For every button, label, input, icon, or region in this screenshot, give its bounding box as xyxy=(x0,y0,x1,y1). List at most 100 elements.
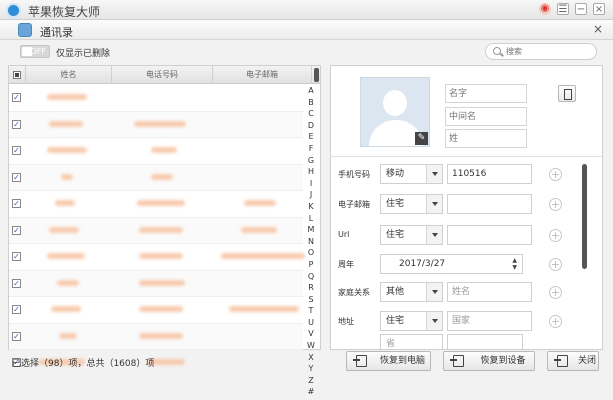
restore-to-device-button[interactable]: 恢复到设备 xyxy=(443,351,535,371)
contact-fields: 手机号码 移动 110516 + 电子邮箱 住宅 + Url 住宅 + 周年 2… xyxy=(331,156,602,349)
last-name-field[interactable] xyxy=(445,129,527,148)
email-input[interactable] xyxy=(447,194,532,214)
row-checkbox[interactable]: ✓ xyxy=(12,119,21,129)
add-anniversary-icon[interactable]: + xyxy=(549,258,562,271)
alphabet-letter[interactable]: U xyxy=(305,317,317,329)
alphabet-letter[interactable]: K xyxy=(305,201,317,213)
alphabet-letter[interactable]: E xyxy=(305,131,317,143)
add-email-icon[interactable]: + xyxy=(549,198,562,211)
redacted-phone xyxy=(139,332,183,339)
url-type-select[interactable]: 住宅 xyxy=(380,225,443,245)
redacted-name xyxy=(47,147,87,153)
alphabet-letter[interactable]: M xyxy=(305,224,317,236)
add-family-icon[interactable]: + xyxy=(549,286,562,299)
province-input[interactable]: 省 xyxy=(380,334,443,349)
alphabet-letter[interactable]: J xyxy=(305,189,317,201)
alphabet-letter[interactable]: P xyxy=(305,259,317,271)
table-row[interactable]: ✓ xyxy=(9,270,303,297)
alphabet-letter[interactable]: O xyxy=(305,247,317,259)
minimize-icon[interactable]: − xyxy=(575,3,587,15)
column-email[interactable]: 电子邮箱 xyxy=(213,66,312,84)
column-name[interactable]: 姓名 xyxy=(26,66,112,84)
search-input[interactable] xyxy=(506,46,590,57)
avatar-head-shape xyxy=(383,90,407,116)
edit-avatar-icon[interactable]: ✎ xyxy=(415,132,428,145)
row-checkbox[interactable]: ✓ xyxy=(12,331,21,341)
first-name-field[interactable] xyxy=(445,84,527,103)
table-row[interactable]: ✓ xyxy=(9,244,305,271)
alphabet-letter[interactable]: Y xyxy=(305,363,317,375)
family-type-select[interactable]: 其他 xyxy=(380,282,443,302)
contact-list: 姓名 电话号码 电子邮箱 ✓ ✓ ✓ ✓ ✓ ✓ ✓ ✓ ✓ ✓ ✓ A B C… xyxy=(8,65,321,396)
alphabet-letter[interactable]: R xyxy=(305,282,317,294)
alphabet-index: A B C D E F G H I J K L M N O P Q R S T … xyxy=(305,85,317,398)
close-icon[interactable]: × xyxy=(593,3,605,15)
alphabet-letter[interactable]: Q xyxy=(305,271,317,283)
alphabet-letter[interactable]: C xyxy=(305,108,317,120)
deleted-only-toggle[interactable]: OFF xyxy=(20,45,50,58)
alphabet-letter[interactable]: W xyxy=(305,340,317,352)
email-type-select[interactable]: 住宅 xyxy=(380,194,443,214)
select-all-checkbox[interactable] xyxy=(13,71,21,79)
add-url-icon[interactable]: + xyxy=(549,229,562,242)
alphabet-letter[interactable]: S xyxy=(305,294,317,306)
table-row[interactable]: ✓ xyxy=(9,217,303,244)
alphabet-letter[interactable]: G xyxy=(305,155,317,167)
feedback-icon[interactable]: ☰ xyxy=(557,3,569,15)
alphabet-letter[interactable]: Z xyxy=(305,375,317,387)
weibo-icon[interactable]: ◉ xyxy=(539,3,551,15)
city-input[interactable] xyxy=(447,334,523,349)
alphabet-letter[interactable]: D xyxy=(305,120,317,132)
redacted-name xyxy=(49,120,83,127)
table-row[interactable]: ✓ xyxy=(9,164,303,191)
row-checkbox[interactable]: ✓ xyxy=(12,278,21,288)
page-title: 通讯录 xyxy=(40,26,73,39)
row-checkbox[interactable]: ✓ xyxy=(12,146,21,155)
add-address-icon[interactable]: + xyxy=(549,315,562,328)
anniversary-date-picker[interactable]: 2017/3/27 ▲ ▼ xyxy=(380,254,523,274)
alphabet-letter[interactable]: T xyxy=(305,305,317,317)
date-spinner-icon[interactable]: ▲ ▼ xyxy=(512,257,517,271)
alphabet-letter[interactable]: N xyxy=(305,236,317,248)
close-panel-button[interactable]: × xyxy=(593,22,603,36)
address-type-select[interactable]: 住宅 xyxy=(380,311,443,331)
alphabet-letter[interactable]: V xyxy=(305,328,317,340)
url-input[interactable] xyxy=(447,225,532,245)
phone-type-select[interactable]: 移动 xyxy=(380,164,443,184)
middle-name-field[interactable] xyxy=(445,107,527,126)
close-button[interactable]: 关闭 xyxy=(547,351,599,371)
alphabet-letter[interactable]: X xyxy=(305,352,317,364)
url-label: Url xyxy=(338,230,350,239)
table-row[interactable]: ✓ xyxy=(9,297,303,324)
family-name-input[interactable]: 姓名 xyxy=(447,282,532,302)
row-checkbox[interactable]: ✓ xyxy=(12,252,21,261)
table-row[interactable]: ✓ xyxy=(9,323,303,350)
alphabet-letter[interactable]: I xyxy=(305,178,317,190)
table-row[interactable]: ✓ xyxy=(9,85,303,112)
alphabet-letter[interactable]: F xyxy=(305,143,317,155)
alphabet-letter[interactable]: B xyxy=(305,97,317,109)
avatar[interactable]: ✎ xyxy=(360,77,430,147)
country-input[interactable]: 国家 xyxy=(447,311,532,331)
row-checkbox[interactable]: ✓ xyxy=(12,225,21,235)
detail-scrollbar[interactable] xyxy=(582,164,587,269)
alphabet-letter[interactable]: A xyxy=(305,85,317,97)
table-row[interactable]: ✓ xyxy=(9,138,303,165)
row-checkbox[interactable]: ✓ xyxy=(12,172,21,182)
column-phone[interactable]: 电话号码 xyxy=(112,66,213,84)
redacted-name xyxy=(55,200,75,206)
table-row[interactable]: ✓ xyxy=(9,111,303,138)
export-contact-icon[interactable] xyxy=(558,85,576,102)
row-checkbox[interactable]: ✓ xyxy=(12,199,21,208)
alphabet-letter[interactable]: L xyxy=(305,213,317,225)
table-row[interactable]: ✓ xyxy=(9,191,303,218)
alphabet-letter[interactable]: H xyxy=(305,166,317,178)
list-scrollbar[interactable] xyxy=(314,68,319,82)
row-checkbox[interactable]: ✓ xyxy=(12,305,21,314)
search-box[interactable] xyxy=(485,43,597,60)
add-phone-icon[interactable]: + xyxy=(549,168,562,181)
row-checkbox[interactable]: ✓ xyxy=(12,93,21,102)
alphabet-letter[interactable]: # xyxy=(305,386,317,398)
restore-to-pc-button[interactable]: 恢复到电脑 xyxy=(346,351,431,371)
phone-input[interactable]: 110516 xyxy=(447,164,532,184)
